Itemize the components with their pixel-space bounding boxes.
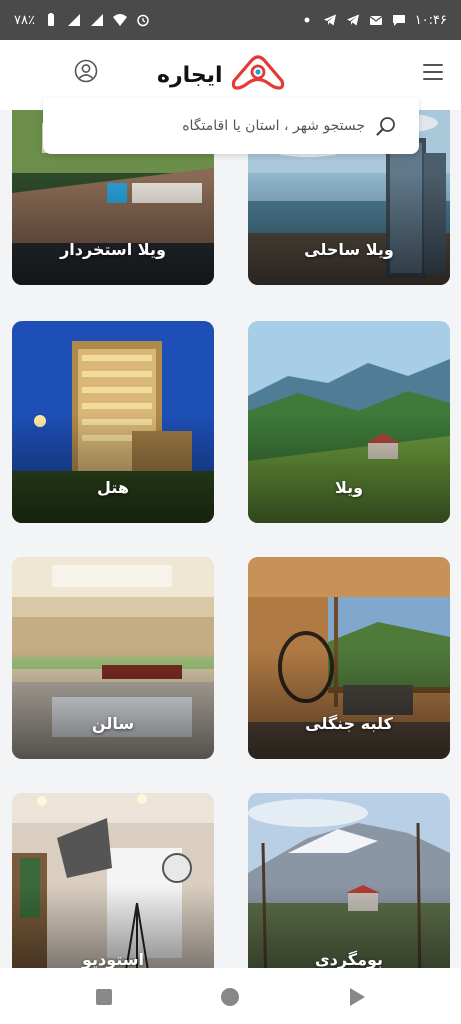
card-shade bbox=[248, 413, 450, 523]
category-card-studio[interactable]: استودیو bbox=[12, 793, 214, 968]
category-label: ویلا bbox=[334, 478, 364, 497]
category-card-hotel[interactable]: هتل bbox=[12, 321, 214, 523]
wifi-icon bbox=[112, 13, 127, 27]
category-card-forest-cabin[interactable]: کلبه جنگلی bbox=[248, 557, 450, 759]
card-shade bbox=[12, 175, 214, 285]
category-label: کلبه جنگلی bbox=[305, 714, 393, 733]
battery-icon bbox=[44, 13, 58, 27]
menu-icon[interactable] bbox=[423, 64, 443, 80]
user-account-icon[interactable] bbox=[74, 59, 98, 83]
signal-icon-2 bbox=[90, 13, 104, 27]
search-input[interactable] bbox=[105, 118, 365, 134]
category-label: سالن bbox=[91, 714, 135, 733]
back-icon[interactable] bbox=[346, 986, 368, 1008]
signal-icon bbox=[67, 13, 81, 27]
status-bar: ۷۸٪ ۱۰:۴۶ bbox=[0, 0, 461, 40]
category-label: ویلا ساحلی bbox=[304, 240, 394, 259]
brand-logo[interactable]: ایجاره bbox=[155, 53, 307, 97]
logo-mark-icon bbox=[229, 55, 287, 95]
category-label: ویلا استخردار bbox=[60, 240, 166, 259]
search-box[interactable] bbox=[43, 98, 419, 154]
alarm-icon bbox=[136, 13, 150, 27]
mail-icon bbox=[369, 13, 383, 27]
card-shade bbox=[12, 413, 214, 523]
message-icon bbox=[392, 13, 406, 27]
dot-icon bbox=[300, 13, 314, 27]
category-label: هتل bbox=[97, 478, 129, 497]
recent-apps-icon[interactable] bbox=[93, 986, 115, 1008]
telegram-icon bbox=[323, 13, 337, 27]
card-shade bbox=[248, 649, 450, 759]
category-card-eco-lodge[interactable]: بومگردی bbox=[248, 793, 450, 968]
category-card-hall[interactable]: سالن bbox=[12, 557, 214, 759]
logo-text: ایجاره bbox=[157, 62, 223, 88]
clock: ۱۰:۴۶ bbox=[414, 12, 447, 28]
search-icon[interactable] bbox=[375, 115, 397, 137]
card-shade bbox=[248, 175, 450, 285]
category-label: بومگردی bbox=[314, 950, 384, 968]
battery-percent: ۷۸٪ bbox=[14, 12, 35, 28]
telegram-icon-2 bbox=[346, 13, 360, 27]
category-grid[interactable]: ویلا ساحلی ویلا استخردار ویلا هتل کلبه ج… bbox=[0, 110, 461, 968]
system-nav-bar bbox=[0, 968, 461, 1024]
status-right: ۱۰:۴۶ bbox=[300, 13, 447, 28]
status-left: ۷۸٪ bbox=[14, 13, 150, 28]
category-label: استودیو bbox=[81, 950, 145, 968]
category-card-villa[interactable]: ویلا bbox=[248, 321, 450, 523]
card-shade bbox=[12, 649, 214, 759]
home-icon[interactable] bbox=[219, 986, 241, 1008]
